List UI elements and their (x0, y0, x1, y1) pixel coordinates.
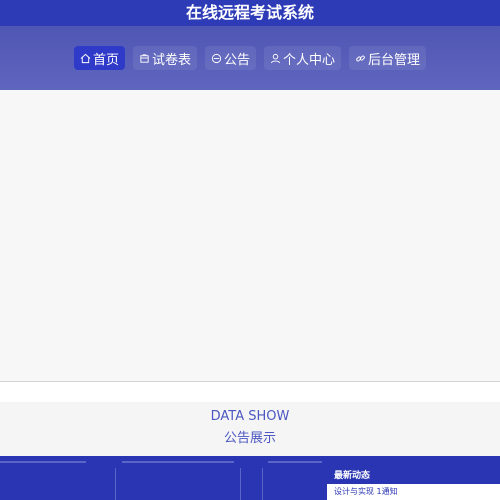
nav-item-announcements[interactable]: 公告 (204, 46, 256, 70)
nav-item-label: 首页 (92, 52, 119, 68)
footer-tab (268, 461, 322, 463)
nav-item-label: 公告 (223, 52, 250, 68)
nav-item-papers[interactable]: 试卷表 (132, 46, 197, 70)
paper-icon (139, 53, 150, 64)
spacer (0, 382, 500, 402)
footer-divider (240, 468, 241, 500)
nav-item-label: 后台管理 (368, 52, 421, 68)
nav-item-home[interactable]: 首页 (73, 46, 125, 70)
section-title-cn: 公告展示 (223, 431, 276, 446)
nav-item-profile[interactable]: 个人中心 (264, 46, 342, 70)
nav-band: 首页 试卷表 公告 个人中心 后台管理 (0, 26, 500, 90)
news-panel: 最新动态 设计与实现 1通知 (327, 456, 500, 500)
nav-item-label: 个人中心 (283, 52, 336, 68)
footer-tab (122, 461, 234, 463)
home-icon (80, 53, 91, 64)
footer-tab (0, 461, 86, 463)
footer-divider (115, 468, 116, 500)
app-title: 在线远程考试系统 (185, 3, 314, 22)
user-icon (270, 53, 281, 64)
data-show-section: DATA SHOW 公告展示 (0, 402, 500, 456)
main-nav: 首页 试卷表 公告 个人中心 后台管理 (0, 46, 500, 70)
news-item[interactable]: 设计与实现 1通知 (327, 484, 500, 500)
news-title: 最新动态 (334, 471, 371, 481)
main-content-area (0, 90, 500, 382)
nav-item-label: 试卷表 (151, 52, 191, 68)
section-title-en: DATA SHOW (210, 409, 290, 424)
nav-item-admin[interactable]: 后台管理 (349, 46, 427, 70)
app-title-bar: 在线远程考试系统 (0, 0, 500, 26)
announcement-icon (211, 53, 222, 64)
footer-divider (262, 468, 263, 500)
link-icon (355, 53, 366, 64)
